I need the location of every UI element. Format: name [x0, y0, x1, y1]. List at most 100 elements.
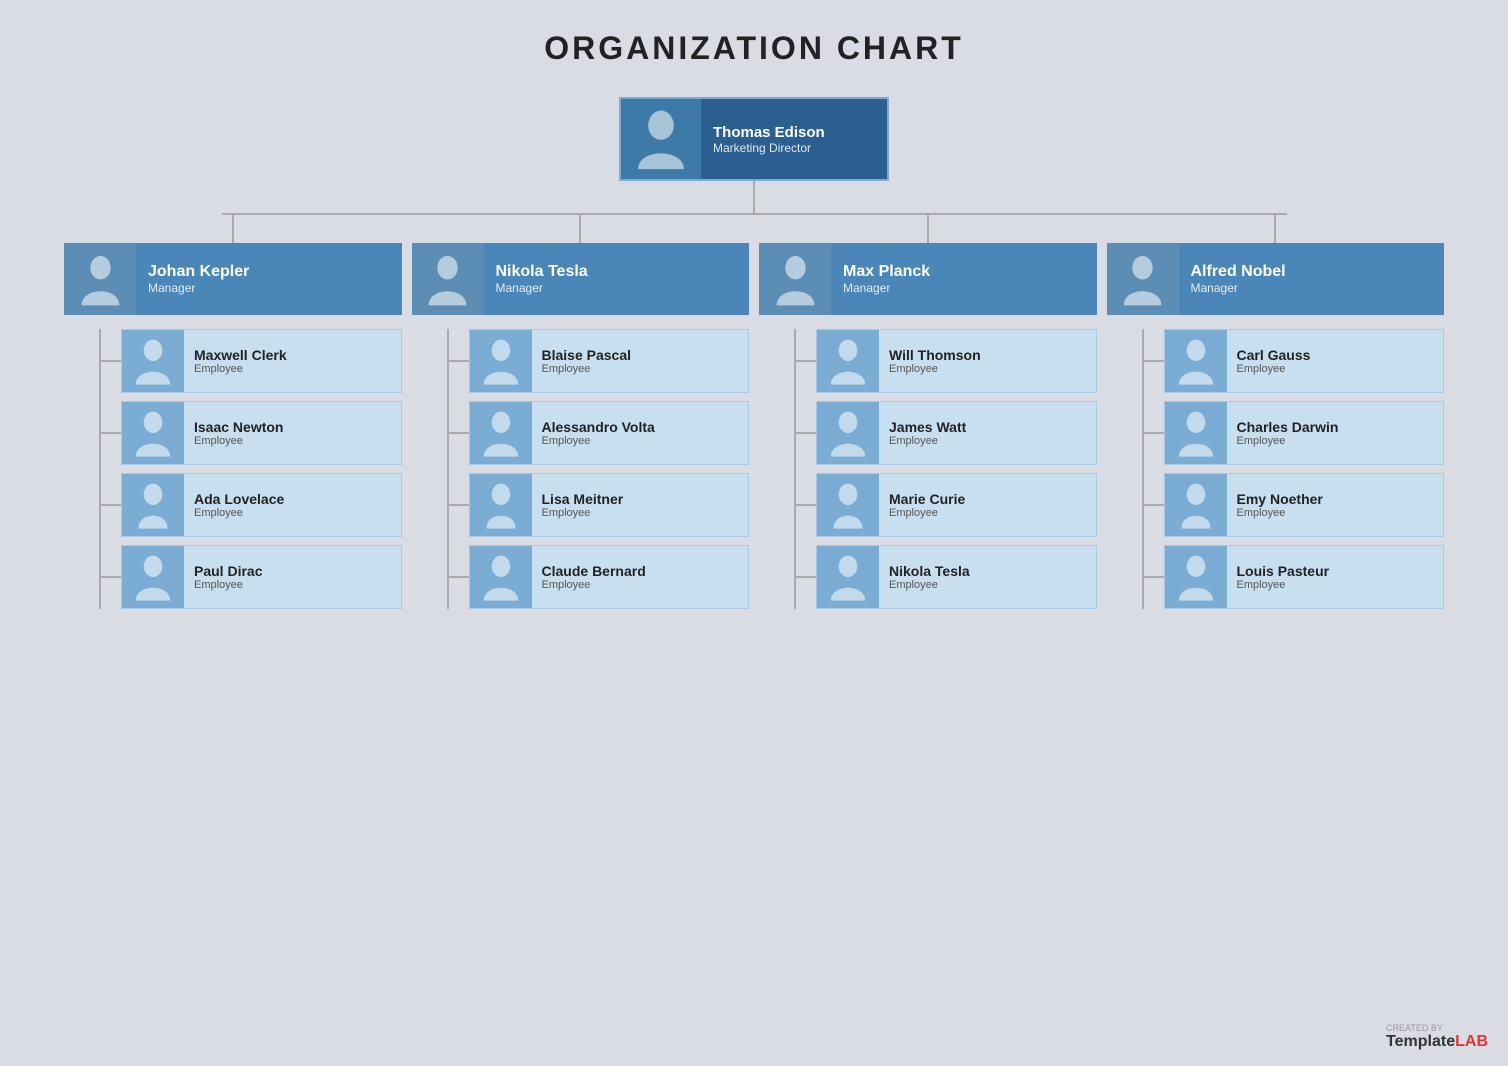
emp-info-1-2: Lisa Meitner Employee	[532, 487, 634, 523]
emp-h-line-3-1	[1144, 432, 1164, 434]
emp-h-line-1-0	[449, 360, 469, 362]
emp-row-2-1: James Watt Employee	[796, 401, 1097, 465]
emp-row-3-3: Louis Pasteur Employee	[1144, 545, 1445, 609]
emp-name-2-2: Marie Curie	[889, 491, 965, 507]
emp-section-2: Will Thomson Employee James Watt Employe…	[759, 329, 1097, 609]
emp-role-2-1: Employee	[889, 435, 966, 447]
emp-role-0-1: Employee	[194, 435, 283, 447]
mgr-name-1: Nikola Tesla	[496, 263, 588, 281]
emp-avatar-1-0	[470, 330, 532, 392]
emp-avatar-1-3	[470, 546, 532, 608]
emp-avatar-1-2	[470, 474, 532, 536]
emp-card-0-3: Paul Dirac Employee	[121, 545, 402, 609]
emp-avatar-2-2	[817, 474, 879, 536]
emp-info-3-2: Emy Noether Employee	[1227, 487, 1333, 523]
emp-card-2-0: Will Thomson Employee	[816, 329, 1097, 393]
mgr-role-3: Manager	[1191, 281, 1286, 295]
emp-info-3-3: Louis Pasteur Employee	[1227, 559, 1340, 595]
mgr-role-1: Manager	[496, 281, 588, 295]
emp-row-0-0: Maxwell Clerk Employee	[101, 329, 402, 393]
manager-column-1: Nikola Tesla Manager Blaise Pascal Emplo…	[412, 215, 750, 609]
emp-list-1: Blaise Pascal Employee Alessandro Volta …	[449, 329, 750, 609]
emp-list-2: Will Thomson Employee James Watt Employe…	[796, 329, 1097, 609]
emp-row-2-3: Nikola Tesla Employee	[796, 545, 1097, 609]
emp-section-3: Carl Gauss Employee Charles Darwin Emplo…	[1107, 329, 1445, 609]
emp-name-1-0: Blaise Pascal	[542, 347, 632, 363]
manager-node-1: Nikola Tesla Manager	[412, 243, 750, 315]
mgr-info-1: Nikola Tesla Manager	[484, 257, 600, 301]
emp-avatar-0-2	[122, 474, 184, 536]
emp-h-line-2-3	[796, 576, 816, 578]
mgr-avatar-1	[412, 243, 484, 315]
emp-card-3-1: Charles Darwin Employee	[1164, 401, 1445, 465]
emp-info-2-3: Nikola Tesla Employee	[879, 559, 980, 595]
emp-h-line-2-1	[796, 432, 816, 434]
watermark: CREATED BY TemplateLAB	[1386, 1023, 1488, 1051]
manager-column-0: Johan Kepler Manager Maxwell Clerk Emplo…	[64, 215, 402, 609]
emp-h-line-3-3	[1144, 576, 1164, 578]
emp-avatar-2-1	[817, 402, 879, 464]
emp-name-1-1: Alessandro Volta	[542, 419, 655, 435]
person-icon	[629, 107, 693, 171]
emp-name-2-1: James Watt	[889, 419, 966, 435]
emp-role-1-2: Employee	[542, 507, 624, 519]
emp-row-1-3: Claude Bernard Employee	[449, 545, 750, 609]
mgr-name-2: Max Planck	[843, 263, 930, 281]
emp-h-line-3-0	[1144, 360, 1164, 362]
emp-h-line-1-2	[449, 504, 469, 506]
emp-info-2-2: Marie Curie Employee	[879, 487, 975, 523]
emp-card-1-0: Blaise Pascal Employee	[469, 329, 750, 393]
emp-h-line-2-0	[796, 360, 816, 362]
emp-card-1-2: Lisa Meitner Employee	[469, 473, 750, 537]
mgr-avatar-0	[64, 243, 136, 315]
emp-h-line-1-3	[449, 576, 469, 578]
watermark-text: CREATED BY TemplateLAB	[1386, 1023, 1488, 1051]
mgr-role-0: Manager	[148, 281, 249, 295]
emp-row-3-0: Carl Gauss Employee	[1144, 329, 1445, 393]
emp-avatar-3-2	[1165, 474, 1227, 536]
brand-part1: Template	[1386, 1033, 1455, 1050]
emp-row-2-2: Marie Curie Employee	[796, 473, 1097, 537]
emp-info-3-1: Charles Darwin Employee	[1227, 415, 1349, 451]
emp-name-3-3: Louis Pasteur	[1237, 563, 1330, 579]
emp-h-line-1-1	[449, 432, 469, 434]
emp-info-1-3: Claude Bernard Employee	[532, 559, 656, 595]
emp-row-2-0: Will Thomson Employee	[796, 329, 1097, 393]
emp-card-0-0: Maxwell Clerk Employee	[121, 329, 402, 393]
emp-row-0-1: Isaac Newton Employee	[101, 401, 402, 465]
manager-column-2: Max Planck Manager Will Thomson Employee…	[759, 215, 1097, 609]
emp-row-1-1: Alessandro Volta Employee	[449, 401, 750, 465]
emp-list-0: Maxwell Clerk Employee Isaac Newton Empl…	[101, 329, 402, 609]
emp-role-1-1: Employee	[542, 435, 655, 447]
top-connector-2	[927, 215, 929, 243]
emp-name-2-3: Nikola Tesla	[889, 563, 970, 579]
top-connector-3	[1274, 215, 1276, 243]
emp-h-line-0-3	[101, 576, 121, 578]
emp-avatar-3-0	[1165, 330, 1227, 392]
h-line-inner	[222, 213, 1287, 215]
root-name: Thomas Edison	[713, 124, 825, 141]
emp-name-1-3: Claude Bernard	[542, 563, 646, 579]
emp-role-2-0: Employee	[889, 363, 981, 375]
emp-role-2-2: Employee	[889, 507, 965, 519]
emp-avatar-1-1	[470, 402, 532, 464]
emp-avatar-2-0	[817, 330, 879, 392]
emp-section-0: Maxwell Clerk Employee Isaac Newton Empl…	[64, 329, 402, 609]
emp-h-line-0-0	[101, 360, 121, 362]
emp-h-line-0-2	[101, 504, 121, 506]
emp-card-3-2: Emy Noether Employee	[1164, 473, 1445, 537]
emp-card-2-1: James Watt Employee	[816, 401, 1097, 465]
mgr-info-2: Max Planck Manager	[831, 257, 942, 301]
root-avatar	[621, 99, 701, 179]
mgr-avatar-2	[759, 243, 831, 315]
emp-role-2-3: Employee	[889, 579, 970, 591]
emp-card-0-1: Isaac Newton Employee	[121, 401, 402, 465]
manager-node-2: Max Planck Manager	[759, 243, 1097, 315]
emp-role-0-0: Employee	[194, 363, 287, 375]
emp-info-1-1: Alessandro Volta Employee	[532, 415, 665, 451]
mgr-name-3: Alfred Nobel	[1191, 263, 1286, 281]
emp-info-1-0: Blaise Pascal Employee	[532, 343, 642, 379]
emp-row-1-0: Blaise Pascal Employee	[449, 329, 750, 393]
manager-node-0: Johan Kepler Manager	[64, 243, 402, 315]
root-info: Thomas Edison Marketing Director	[701, 118, 837, 161]
